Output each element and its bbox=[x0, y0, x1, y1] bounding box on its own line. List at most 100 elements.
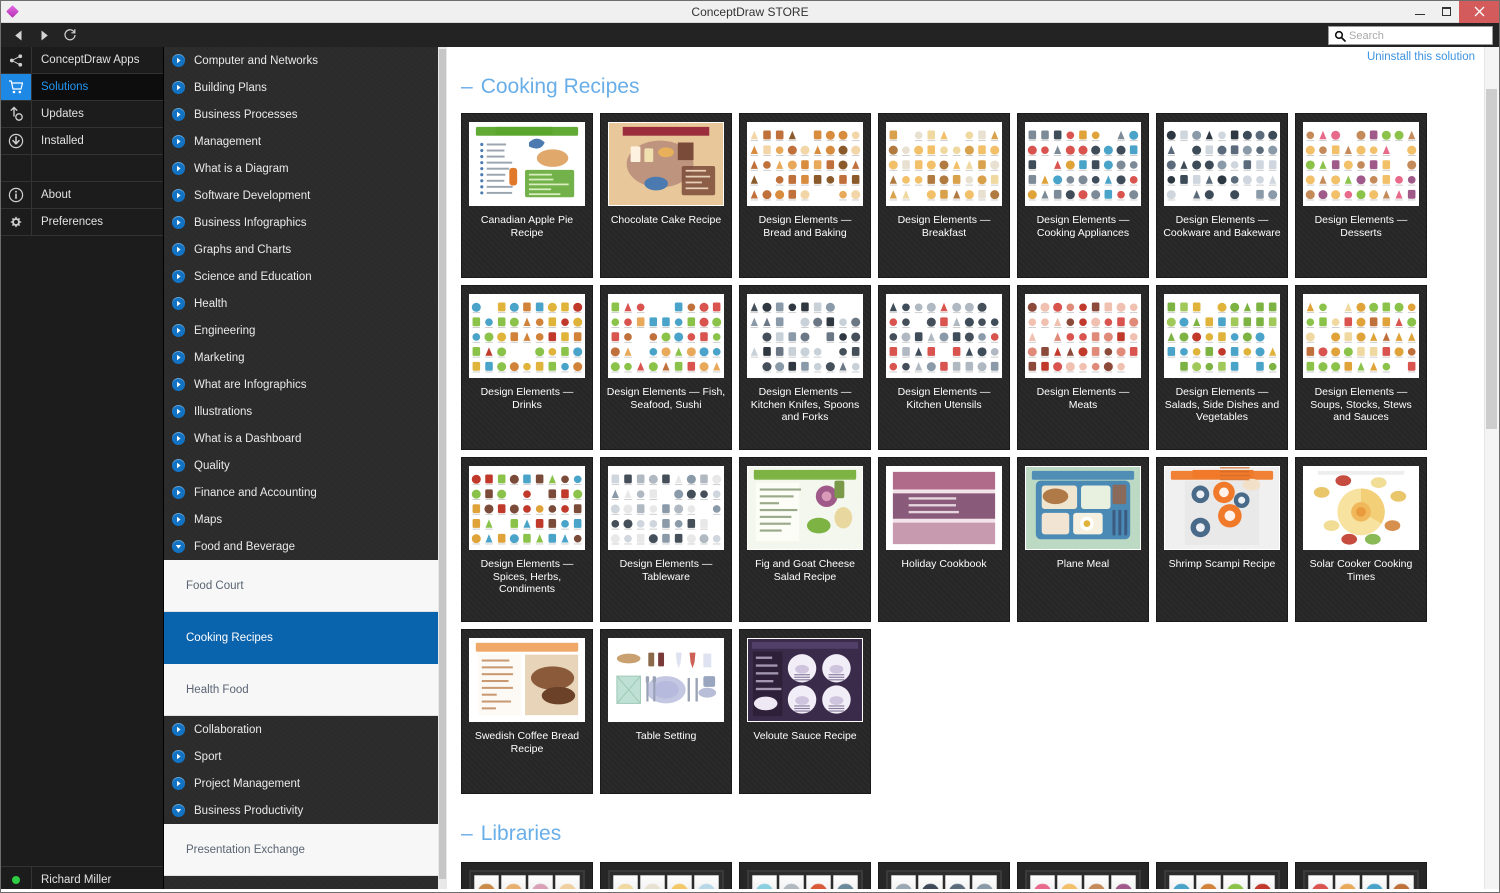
solution-tile[interactable]: Fig and Goat Cheese Salad Recipe bbox=[739, 457, 871, 622]
nav-label: Installed bbox=[41, 135, 84, 147]
solution-tile[interactable]: Plane Meal bbox=[1017, 457, 1149, 622]
chevron-right-icon bbox=[172, 723, 185, 736]
nav-item-about[interactable]: About bbox=[1, 182, 163, 209]
library-tile[interactable] bbox=[1017, 862, 1149, 892]
library-tile[interactable] bbox=[739, 862, 871, 892]
forward-button[interactable] bbox=[31, 23, 57, 47]
collapse-minus-icon[interactable]: – bbox=[461, 822, 473, 846]
category-item-graphs-and-charts[interactable]: Graphs and Charts bbox=[164, 236, 438, 263]
nav-item-solutions[interactable]: Solutions bbox=[1, 74, 163, 101]
solution-thumbnail bbox=[1303, 294, 1419, 378]
nav-item-updates[interactable]: Updates bbox=[1, 101, 163, 128]
solution-tile[interactable]: Design Elements — Cookware and Bakeware bbox=[1156, 113, 1288, 278]
category-label: Food and Beverage bbox=[194, 540, 296, 553]
collapse-minus-icon[interactable]: – bbox=[461, 75, 473, 99]
category-item-health[interactable]: Health bbox=[164, 290, 438, 317]
library-tile[interactable] bbox=[600, 862, 732, 892]
category-item-what-are-infographics[interactable]: What are Infographics bbox=[164, 371, 438, 398]
content-scrollbar-thumb[interactable] bbox=[1486, 89, 1497, 429]
category-item-business-processes[interactable]: Business Processes bbox=[164, 101, 438, 128]
nav-item-conceptdraw-apps[interactable]: ConceptDraw Apps bbox=[1, 47, 163, 74]
solution-thumbnail bbox=[608, 466, 724, 550]
thumbnail-art bbox=[748, 295, 862, 377]
solution-tile[interactable]: Chocolate Cake Recipe bbox=[600, 113, 732, 278]
category-item-marketing[interactable]: Marketing bbox=[164, 344, 438, 371]
solution-tile[interactable]: Design Elements — Tableware bbox=[600, 457, 732, 622]
nav-label: ConceptDraw Apps bbox=[41, 54, 140, 66]
thumbnail-art bbox=[609, 639, 723, 721]
category-item-engineering[interactable]: Engineering bbox=[164, 317, 438, 344]
search-box[interactable] bbox=[1328, 26, 1493, 45]
category-item-collaboration[interactable]: Collaboration bbox=[164, 716, 438, 743]
chevron-right-icon bbox=[172, 405, 185, 418]
solution-tile[interactable]: Holiday Cookbook bbox=[878, 457, 1010, 622]
library-tile[interactable] bbox=[1156, 862, 1288, 892]
solution-tile[interactable]: Design Elements — Kitchen Knifes, Spoons… bbox=[739, 285, 871, 450]
content-scrollbar[interactable] bbox=[1484, 47, 1499, 892]
library-tile[interactable] bbox=[461, 862, 593, 892]
solution-tile[interactable]: Swedish Coffee Bread Recipe bbox=[461, 629, 593, 794]
category-item-quality[interactable]: Quality bbox=[164, 452, 438, 479]
thumbnail-art bbox=[609, 467, 723, 549]
category-item-business-productivity[interactable]: Business Productivity bbox=[164, 797, 438, 824]
solution-tile[interactable]: Table Setting bbox=[600, 629, 732, 794]
category-item-computer-and-networks[interactable]: Computer and Networks bbox=[164, 47, 438, 74]
search-input[interactable] bbox=[1347, 27, 1488, 44]
solution-tile[interactable]: Solar Cooker Cooking Times bbox=[1295, 457, 1427, 622]
nav-item-preferences[interactable]: Preferences bbox=[1, 209, 163, 236]
solution-tile[interactable]: Design Elements — Desserts bbox=[1295, 113, 1427, 278]
solution-tile[interactable]: Canadian Apple Pie Recipe bbox=[461, 113, 593, 278]
nav-item-installed[interactable]: Installed bbox=[1, 128, 163, 155]
category-item-science-and-education[interactable]: Science and Education bbox=[164, 263, 438, 290]
category-item-management[interactable]: Management bbox=[164, 128, 438, 155]
minimize-button[interactable] bbox=[1407, 1, 1433, 23]
subcategory-item-presentation-exchange[interactable]: Presentation Exchange bbox=[164, 824, 438, 876]
reload-button[interactable] bbox=[57, 23, 83, 47]
chevron-right-icon bbox=[172, 432, 185, 445]
thumbnail-art bbox=[748, 123, 862, 205]
library-tile[interactable] bbox=[878, 862, 1010, 892]
section-header-libraries[interactable]: – Libraries bbox=[461, 794, 1499, 860]
uninstall-solution-link[interactable]: Uninstall this solution bbox=[1367, 51, 1475, 63]
category-item-sport[interactable]: Sport bbox=[164, 743, 438, 770]
category-item-illustrations[interactable]: Illustrations bbox=[164, 398, 438, 425]
category-scrollbar-thumb[interactable] bbox=[439, 49, 446, 879]
solution-tile[interactable]: Design Elements — Cooking Appliances bbox=[1017, 113, 1149, 278]
category-label: What is a Dashboard bbox=[194, 432, 302, 445]
solution-tile[interactable]: Veloute Sauce Recipe bbox=[739, 629, 871, 794]
chevron-right-icon bbox=[172, 324, 185, 337]
thumbnail-art bbox=[887, 467, 1001, 549]
solution-tile[interactable]: Design Elements — Spices, Herbs, Condime… bbox=[461, 457, 593, 622]
solution-tile[interactable]: Design Elements — Fish, Seafood, Sushi bbox=[600, 285, 732, 450]
library-tile[interactable] bbox=[1295, 862, 1427, 892]
category-item-finance-and-accounting[interactable]: Finance and Accounting bbox=[164, 479, 438, 506]
close-icon bbox=[1474, 6, 1484, 17]
category-item-project-management[interactable]: Project Management bbox=[164, 770, 438, 797]
user-name: Richard Miller bbox=[41, 873, 112, 886]
category-scrollbar[interactable] bbox=[438, 47, 447, 892]
subcategory-item-health-food[interactable]: Health Food bbox=[164, 664, 438, 716]
back-button[interactable] bbox=[5, 23, 31, 47]
solution-tile[interactable]: Design Elements — Bread and Baking bbox=[739, 113, 871, 278]
category-item-business-infographics[interactable]: Business Infographics bbox=[164, 209, 438, 236]
category-item-building-plans[interactable]: Building Plans bbox=[164, 74, 438, 101]
solution-tile[interactable]: Design Elements — Drinks bbox=[461, 285, 593, 450]
solution-tile[interactable]: Design Elements — Kitchen Utensils bbox=[878, 285, 1010, 450]
category-item-what-is-a-dashboard[interactable]: What is a Dashboard bbox=[164, 425, 438, 452]
subcategory-item-cooking-recipes[interactable]: Cooking Recipes bbox=[164, 612, 438, 664]
solution-tile[interactable]: Design Elements — Soups, Stocks, Stews a… bbox=[1295, 285, 1427, 450]
subcategory-label: Food Court bbox=[186, 579, 244, 592]
subcategory-item-food-court[interactable]: Food Court bbox=[164, 560, 438, 612]
maximize-button[interactable] bbox=[1433, 1, 1459, 23]
close-button[interactable] bbox=[1459, 0, 1499, 23]
category-item-maps[interactable]: Maps bbox=[164, 506, 438, 533]
category-item-food-and-beverage[interactable]: Food and Beverage bbox=[164, 533, 438, 560]
solution-tile[interactable]: Design Elements — Meats bbox=[1017, 285, 1149, 450]
solution-tile[interactable]: Design Elements — Salads, Side Dishes an… bbox=[1156, 285, 1288, 450]
solution-tile[interactable]: Shrimp Scampi Recipe bbox=[1156, 457, 1288, 622]
category-item-software-development[interactable]: Software Development bbox=[164, 182, 438, 209]
window-title: ConceptDraw STORE bbox=[691, 5, 809, 19]
category-item-what-is-a-diagram[interactable]: What is a Diagram bbox=[164, 155, 438, 182]
solution-tile[interactable]: Design Elements — Breakfast bbox=[878, 113, 1010, 278]
section-header-cooking-recipes[interactable]: – Cooking Recipes bbox=[461, 47, 1499, 113]
